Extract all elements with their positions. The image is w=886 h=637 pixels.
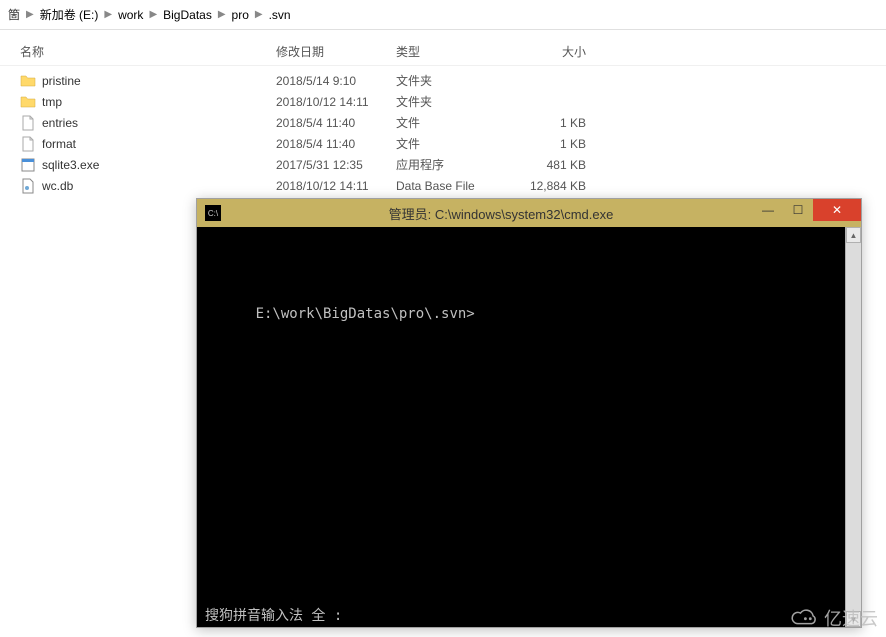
file-name: sqlite3.exe <box>42 158 99 172</box>
file-name: tmp <box>42 95 62 109</box>
folder-icon <box>20 73 36 89</box>
file-name: format <box>42 137 76 151</box>
crumb-drive[interactable]: 新加卷 (E:) <box>40 6 99 23</box>
cmd-window[interactable]: C:\ 管理员: C:\windows\system32\cmd.exe — ☐… <box>196 198 862 628</box>
file-name: pristine <box>42 74 81 88</box>
crumb-work[interactable]: work <box>118 8 143 22</box>
cmd-system-icon[interactable]: C:\ <box>205 205 221 221</box>
cmd-titlebar[interactable]: C:\ 管理员: C:\windows\system32\cmd.exe — ☐… <box>197 199 861 227</box>
scrollbar[interactable]: ▲ ▼ <box>845 227 861 627</box>
column-type[interactable]: 类型 <box>396 43 516 60</box>
crumb-svn[interactable]: .svn <box>269 8 291 22</box>
column-name[interactable]: 名称 <box>20 43 276 60</box>
file-name: entries <box>42 116 78 130</box>
file-row[interactable]: tmp 2018/10/12 14:11 文件夹 <box>0 91 886 112</box>
file-row[interactable]: sqlite3.exe 2017/5/31 12:35 应用程序 481 KB <box>0 154 886 175</box>
cmd-terminal[interactable]: E:\work\BigDatas\pro\.svn> 搜狗拼音输入法 全 : <box>197 227 845 627</box>
file-date: 2018/10/12 14:11 <box>276 179 396 193</box>
watermark-text: 亿速云 <box>824 605 878 631</box>
maximize-button[interactable]: ☐ <box>783 199 813 221</box>
file-date: 2018/5/14 9:10 <box>276 74 396 88</box>
file-date: 2018/5/4 11:40 <box>276 137 396 151</box>
chevron-right-icon: ▶ <box>218 9 226 20</box>
file-type: 文件 <box>396 114 516 131</box>
file-type: Data Base File <box>396 179 516 193</box>
file-date: 2018/5/4 11:40 <box>276 116 396 130</box>
file-date: 2018/10/12 14:11 <box>276 95 396 109</box>
file-size: 481 KB <box>516 158 586 172</box>
file-row[interactable]: format 2018/5/4 11:40 文件 1 KB <box>0 133 886 154</box>
file-size: 1 KB <box>516 116 586 130</box>
chevron-right-icon: ▶ <box>104 9 112 20</box>
application-icon <box>20 157 36 173</box>
database-file-icon <box>20 178 36 194</box>
file-list: pristine 2018/5/14 9:10 文件夹 tmp 2018/10/… <box>0 66 886 196</box>
file-name: wc.db <box>42 179 73 193</box>
file-type: 应用程序 <box>396 156 516 173</box>
crumb-bigdatas[interactable]: BigDatas <box>163 8 212 22</box>
cmd-prompt: E:\work\BigDatas\pro\.svn> <box>256 306 475 322</box>
chevron-right-icon: ▶ <box>149 9 157 20</box>
scroll-track[interactable] <box>846 243 861 611</box>
file-list-header: 名称 修改日期 类型 大小 <box>0 38 886 66</box>
cloud-icon <box>790 607 818 629</box>
breadcrumb[interactable]: 箇 ▶ 新加卷 (E:) ▶ work ▶ BigDatas ▶ pro ▶ .… <box>0 0 886 30</box>
ime-status: 搜狗拼音输入法 全 : <box>197 605 350 627</box>
close-button[interactable]: ✕ <box>813 199 861 221</box>
file-type: 文件 <box>396 135 516 152</box>
file-size: 1 KB <box>516 137 586 151</box>
breadcrumb-prefix: 箇 <box>8 6 20 23</box>
file-icon <box>20 115 36 131</box>
minimize-button[interactable]: — <box>753 199 783 221</box>
file-type: 文件夹 <box>396 93 516 110</box>
column-size[interactable]: 大小 <box>516 43 586 60</box>
crumb-pro[interactable]: pro <box>232 8 249 22</box>
watermark: 亿速云 <box>790 605 878 631</box>
scroll-up-icon[interactable]: ▲ <box>846 227 861 243</box>
file-row[interactable]: pristine 2018/5/14 9:10 文件夹 <box>0 70 886 91</box>
chevron-right-icon: ▶ <box>26 9 34 20</box>
column-date[interactable]: 修改日期 <box>276 43 396 60</box>
file-date: 2017/5/31 12:35 <box>276 158 396 172</box>
chevron-right-icon: ▶ <box>255 9 263 20</box>
file-row[interactable]: entries 2018/5/4 11:40 文件 1 KB <box>0 112 886 133</box>
file-size: 12,884 KB <box>516 179 586 193</box>
file-icon <box>20 136 36 152</box>
file-type: 文件夹 <box>396 72 516 89</box>
folder-icon <box>20 94 36 110</box>
file-row[interactable]: wc.db 2018/10/12 14:11 Data Base File 12… <box>0 175 886 196</box>
